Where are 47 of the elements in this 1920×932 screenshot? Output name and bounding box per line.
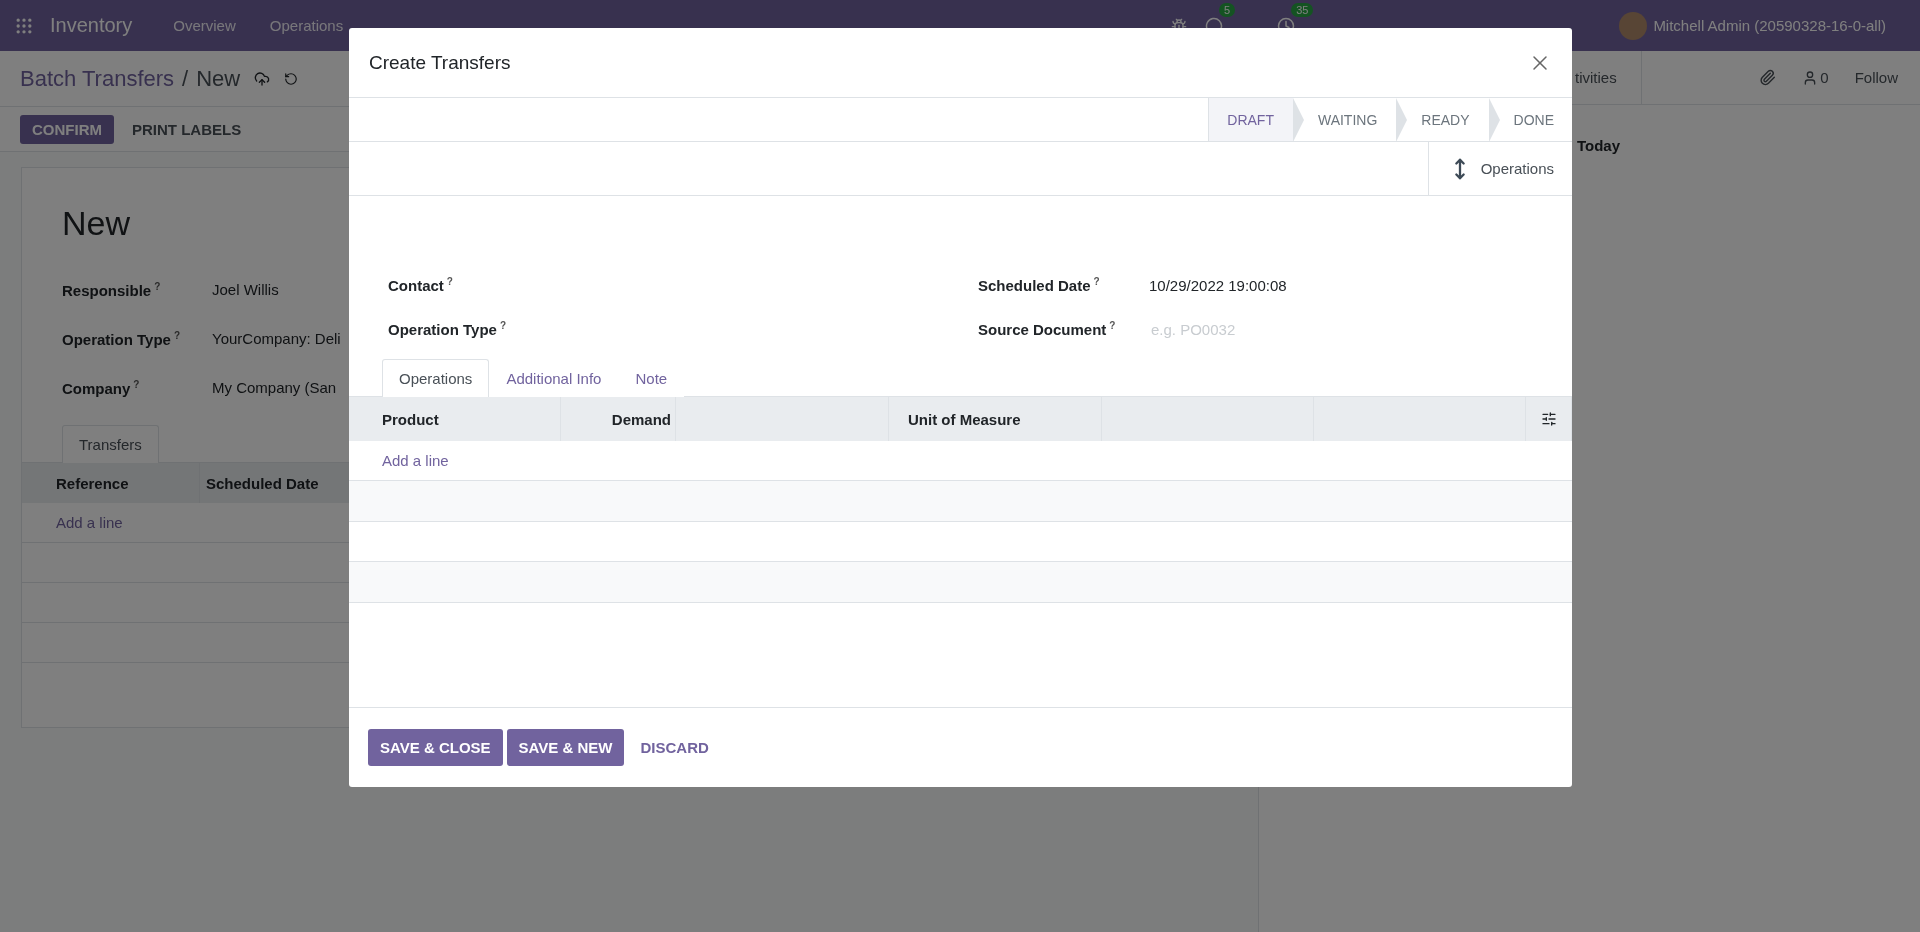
help-mark[interactable]: ? — [1109, 320, 1116, 331]
tab[interactable]: Transfers — [62, 425, 159, 463]
nav-menu-item[interactable]: Overview — [160, 17, 249, 34]
field-label: Responsible — [62, 281, 152, 299]
add-line-link[interactable]: Add a line — [56, 514, 123, 531]
paperclip-icon[interactable] — [1759, 69, 1777, 86]
user-menu[interactable]: Mitchell Admin (20590328-16-0-all) — [1653, 17, 1886, 34]
action-button[interactable]: PRINT LABELS — [120, 114, 254, 144]
tab[interactable]: Operations — [382, 359, 490, 397]
help-mark[interactable]: ? — [1093, 276, 1100, 287]
field-value[interactable]: Joel Willis — [212, 281, 279, 298]
help-mark[interactable]: ? — [499, 320, 506, 331]
help-mark[interactable]: ? — [133, 378, 140, 390]
help-mark[interactable]: ? — [173, 329, 180, 341]
field-value[interactable]: My Company (San — [212, 379, 337, 396]
discard-icon[interactable] — [284, 71, 299, 86]
date-heading: Today — [1577, 137, 1621, 154]
followers-count[interactable]: 0 — [1820, 69, 1829, 86]
field-value[interactable]: YourCompany: Deli — [212, 330, 341, 347]
activities-button[interactable]: tivities — [1575, 69, 1617, 86]
dialog-title: Create Transfers — [369, 51, 511, 74]
dialog-button[interactable]: SAVE & NEW — [506, 729, 625, 766]
field-label: Operation Type — [62, 330, 171, 348]
dialog-button[interactable]: DISCARD — [628, 729, 721, 766]
field-label: Operation Type — [388, 321, 497, 338]
column-settings-icon[interactable] — [1541, 411, 1557, 427]
field-label: Company — [62, 379, 131, 397]
app-name[interactable]: Inventory — [50, 14, 133, 37]
help-mark[interactable]: ? — [446, 276, 453, 287]
record-title: New — [62, 204, 132, 243]
field-value[interactable]: 10/29/2022 19:00:08 — [1149, 276, 1287, 294]
status-step[interactable]: DRAFT — [1208, 98, 1304, 141]
follow-button[interactable]: Follow — [1854, 69, 1898, 86]
nav-menu-item[interactable]: Operations — [256, 17, 357, 34]
dialog-button[interactable]: SAVE & CLOSE — [368, 729, 503, 766]
user-avatar — [1619, 11, 1648, 40]
field-label: Scheduled Date — [978, 277, 1091, 294]
count-badge: 35 — [1291, 2, 1314, 17]
save-icon[interactable] — [254, 70, 271, 87]
field-label: Contact — [388, 277, 444, 294]
breadcrumb-current: New — [196, 65, 241, 92]
action-button[interactable]: CONFIRM — [20, 114, 114, 144]
field-label: Source Document — [978, 321, 1107, 338]
count-badge: 5 — [1219, 2, 1236, 17]
help-mark[interactable]: ? — [154, 280, 161, 292]
breadcrumb-separator: / — [182, 65, 189, 92]
breadcrumb-link[interactable]: Batch Transfers — [20, 65, 175, 92]
